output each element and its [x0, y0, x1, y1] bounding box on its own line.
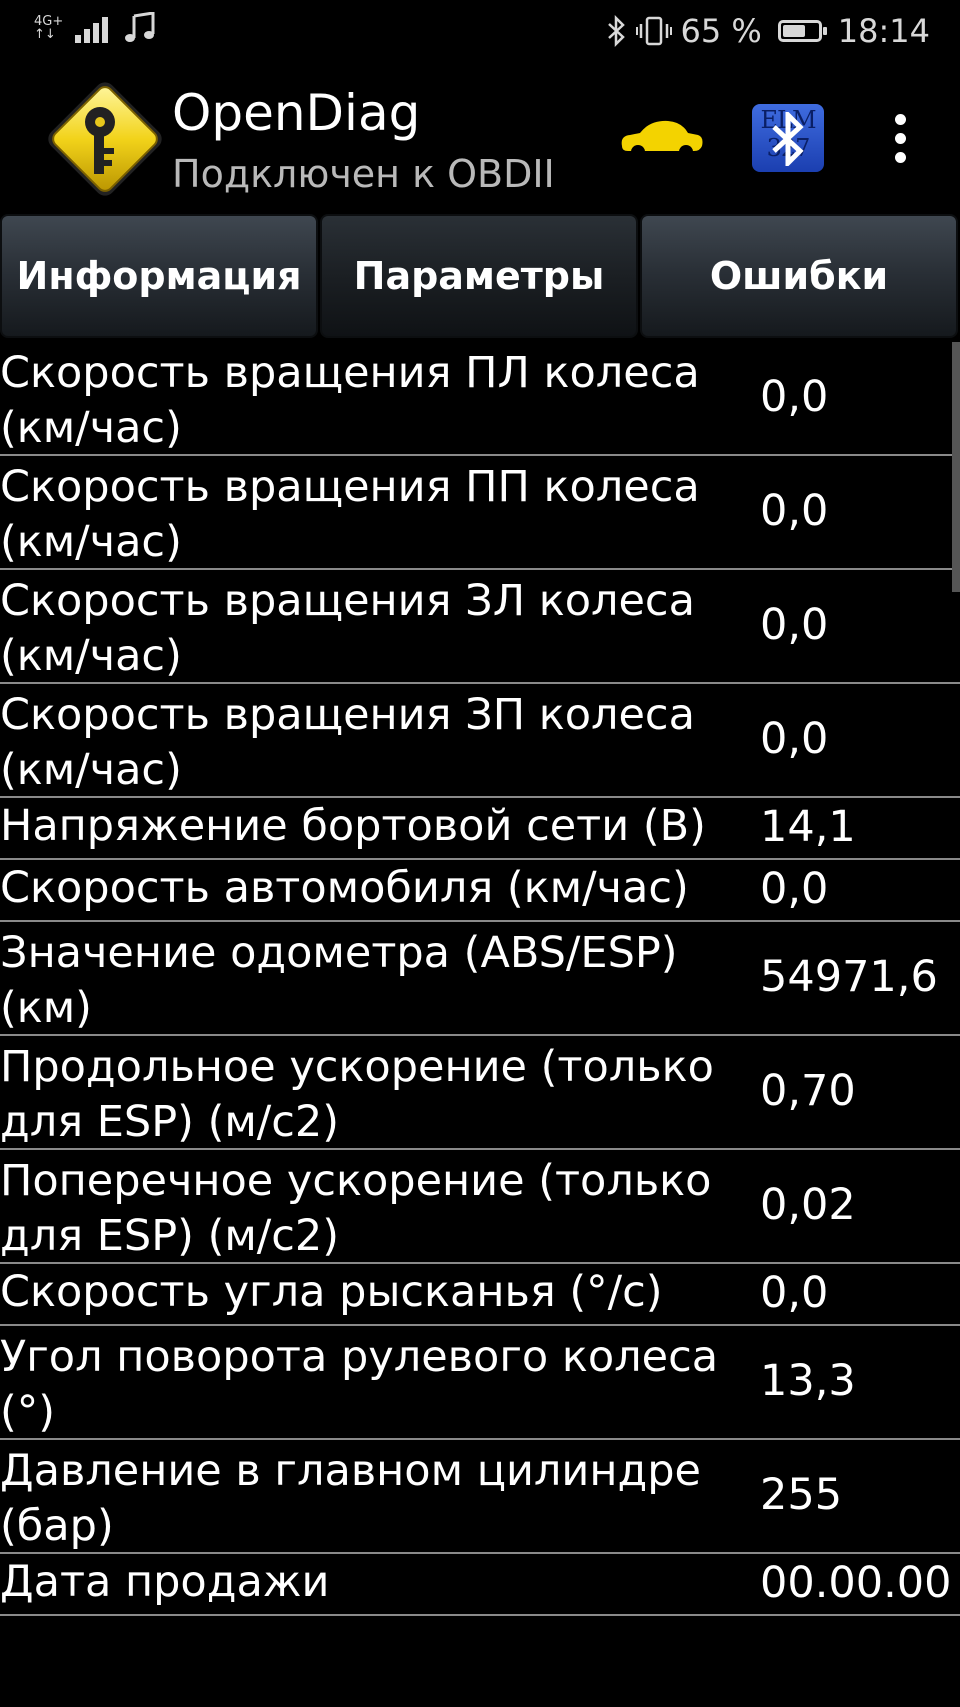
parameter-name: Напряжение бортовой сети (В)	[0, 801, 706, 851]
car-icon[interactable]	[616, 116, 706, 160]
parameter-row[interactable]: Скорость вращения ПП колеса (км/час) 0,0	[0, 456, 960, 570]
parameter-name: Скорость автомобиля (км/час)	[0, 863, 689, 913]
parameter-row[interactable]: Поперечное ускорение (только для ESP) (м/…	[0, 1150, 960, 1264]
app-bar: OpenDiag Подключен к OBDII ELM 327	[0, 64, 960, 212]
parameter-name: Скорость угла рысканья (°/с)	[0, 1267, 663, 1317]
parameter-list[interactable]: Скорость вращения ПЛ колеса (км/час) 0,0 Ск…	[0, 342, 960, 1616]
parameter-name: Продольное ускорение (только для ESP) (м/…	[0, 1042, 714, 1147]
overflow-menu-icon[interactable]	[888, 114, 912, 164]
connection-status: Подключен к OBDII	[172, 152, 555, 196]
parameter-value: 0,0	[760, 372, 829, 422]
parameter-row[interactable]: Напряжение бортовой сети (В) 14,1	[0, 798, 960, 860]
parameter-name: Угол поворота рулевого колеса (°)	[0, 1332, 719, 1437]
tab-bar: Информация Параметры Ошибки	[0, 212, 960, 342]
clock: 18:14	[837, 12, 930, 50]
parameter-row[interactable]: Скорость вращения ЗП колеса (км/час) 0,0	[0, 684, 960, 798]
tab-parameters[interactable]: Параметры	[320, 214, 638, 338]
bluetooth-icon	[772, 112, 804, 166]
parameter-value: 0,02	[760, 1180, 856, 1230]
parameter-name: Скорость вращения ЗП колеса (км/час)	[0, 690, 695, 795]
parameter-name: Скорость вращения ПП колеса (км/час)	[0, 462, 700, 567]
bluetooth-icon	[608, 15, 626, 47]
parameter-value: 0,70	[760, 1066, 856, 1116]
battery-icon	[777, 20, 827, 42]
tab-errors[interactable]: Ошибки	[640, 214, 958, 338]
network-type: 4G+ ↑↓	[34, 14, 64, 42]
parameter-name: Значение одометра (ABS/ESP) (км)	[0, 928, 678, 1033]
parameter-row[interactable]: Значение одометра (ABS/ESP) (км) 54971,6	[0, 922, 960, 1036]
parameter-name: Скорость вращения ПЛ колеса (км/час)	[0, 348, 700, 453]
tab-information[interactable]: Информация	[0, 214, 318, 338]
parameter-name: Давление в главном цилиндре (бар)	[0, 1446, 701, 1551]
parameter-value: 00.00.00	[760, 1558, 952, 1608]
parameter-value: 0,0	[760, 714, 829, 764]
elm327-bluetooth-icon[interactable]: ELM 327	[752, 104, 824, 172]
battery-percent: 65 %	[680, 12, 762, 50]
status-bar: 4G+ ↑↓ 65 % 18:14	[0, 0, 960, 64]
parameter-value: 54971,6	[760, 952, 938, 1002]
music-note-icon	[125, 12, 155, 42]
app-logo-icon	[48, 82, 162, 196]
parameter-row[interactable]: Скорость вращения ПЛ колеса (км/час) 0,0	[0, 342, 960, 456]
parameter-row[interactable]: Угол поворота рулевого колеса (°) 13,3	[0, 1326, 960, 1440]
parameter-name: Дата продажи	[0, 1557, 330, 1607]
app-title: OpenDiag	[172, 84, 421, 142]
parameter-name: Скорость вращения ЗЛ колеса (км/час)	[0, 576, 695, 681]
signal-icon	[75, 17, 109, 43]
parameter-value: 14,1	[760, 802, 856, 852]
parameter-row[interactable]: Дата продажи 00.00.00	[0, 1554, 960, 1616]
vibrate-icon	[636, 16, 673, 46]
parameter-row[interactable]: Давление в главном цилиндре (бар) 255	[0, 1440, 960, 1554]
parameter-value: 0,0	[760, 864, 829, 914]
parameter-value: 0,0	[760, 600, 829, 650]
scrollbar[interactable]	[952, 342, 960, 592]
parameter-row[interactable]: Скорость автомобиля (км/час) 0,0	[0, 860, 960, 922]
parameter-row[interactable]: Продольное ускорение (только для ESP) (м/…	[0, 1036, 960, 1150]
parameter-name: Поперечное ускорение (только для ESP) (м/…	[0, 1156, 712, 1261]
parameter-value: 255	[760, 1470, 843, 1520]
parameter-row[interactable]: Скорость угла рысканья (°/с) 0,0	[0, 1264, 960, 1326]
parameter-value: 0,0	[760, 1268, 829, 1318]
parameter-row[interactable]: Скорость вращения ЗЛ колеса (км/час) 0,0	[0, 570, 960, 684]
battery-fill	[782, 25, 805, 37]
parameter-value: 0,0	[760, 486, 829, 536]
parameter-value: 13,3	[760, 1356, 856, 1406]
